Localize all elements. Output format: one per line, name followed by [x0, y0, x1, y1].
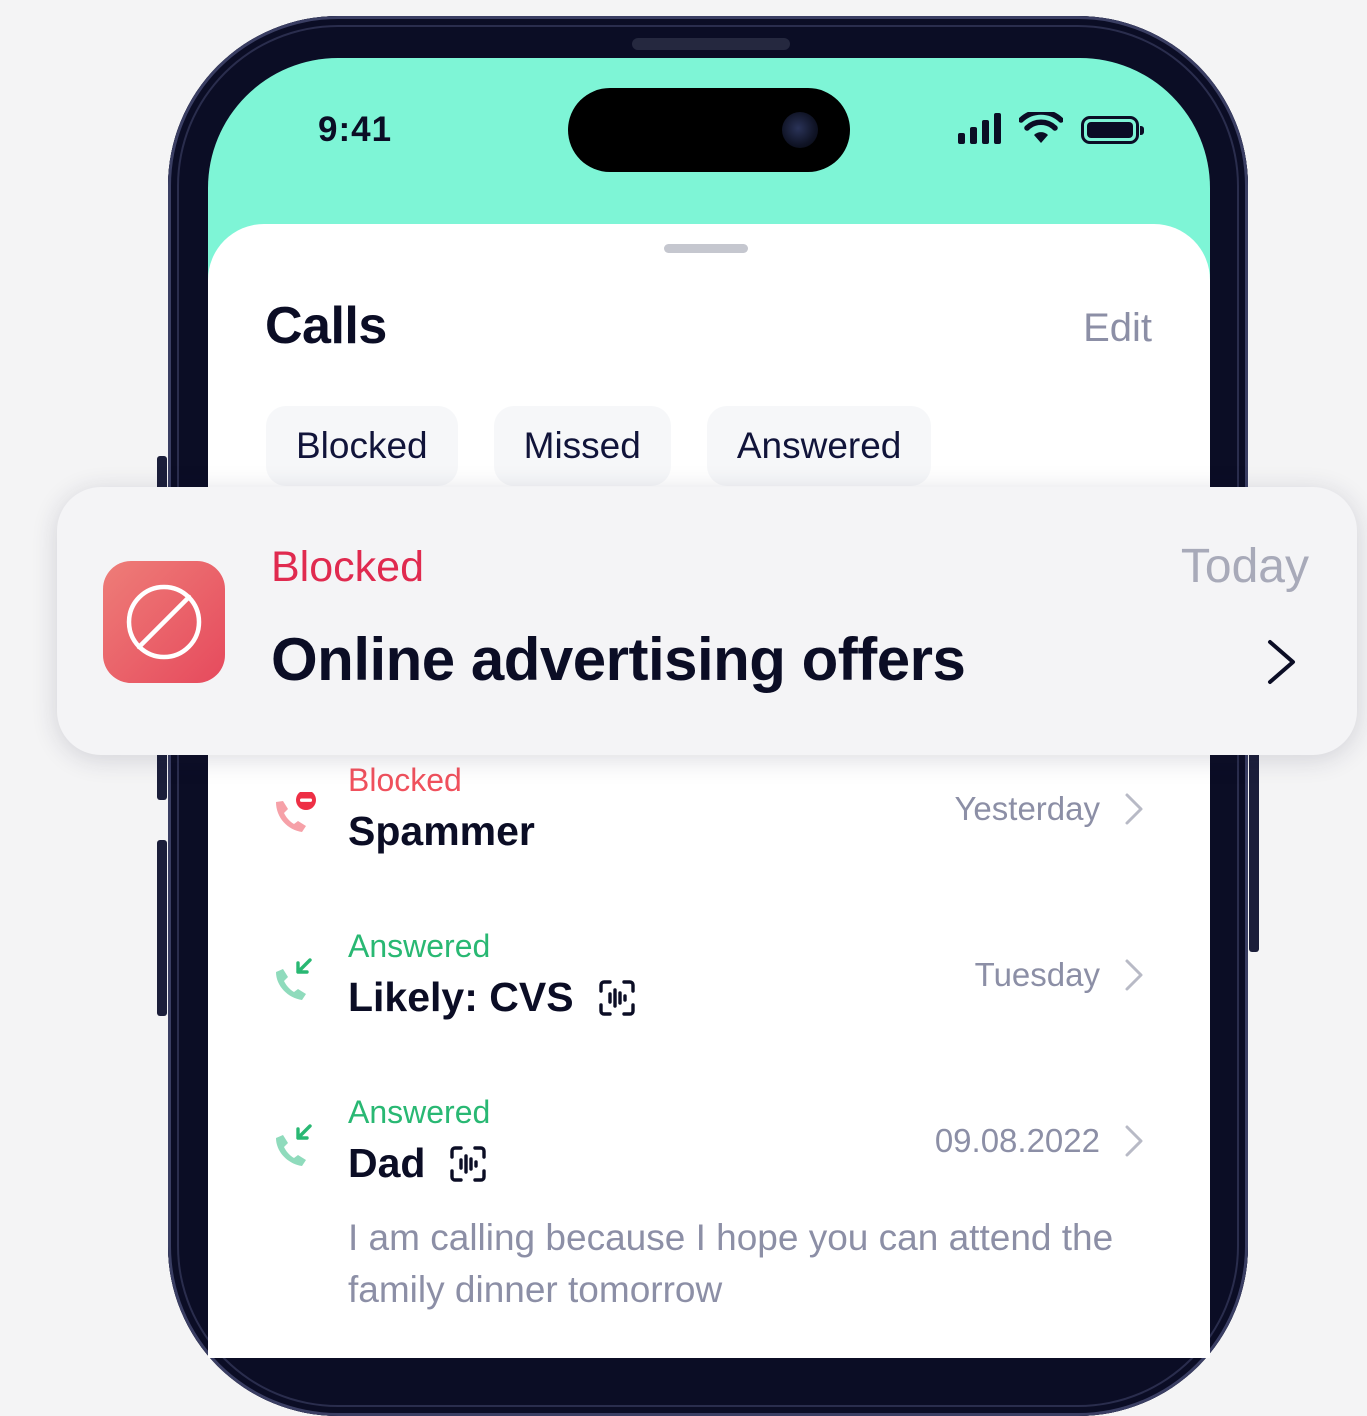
speaker-grill — [632, 38, 790, 50]
caller-name: Spammer — [348, 808, 535, 855]
caller-name-text: Dad — [348, 1140, 426, 1186]
voice-transcript-icon — [598, 979, 635, 1016]
edit-button[interactable]: Edit — [1083, 306, 1152, 351]
filter-chip-answered[interactable]: Answered — [706, 406, 932, 486]
blocked-call-icon — [276, 792, 316, 832]
filter-chip-blocked[interactable]: Blocked — [266, 406, 458, 486]
cellular-signal-icon — [958, 112, 1001, 144]
call-time: Yesterday — [954, 790, 1100, 827]
status-icons — [958, 112, 1144, 144]
call-row[interactable]: Blocked Spammer Yesterday — [208, 762, 1210, 902]
call-row[interactable]: Answered Likely: CVS Tuesday — [208, 928, 1210, 1068]
chevron-right-icon — [1125, 1125, 1143, 1157]
blocked-call-notification[interactable]: Blocked Today Online advertising offers — [57, 487, 1357, 755]
call-transcript-preview: I am calling because I hope you can atte… — [348, 1217, 1114, 1310]
volume-down-button — [157, 840, 167, 1016]
page-title: Calls — [265, 297, 387, 355]
call-row[interactable]: Answered Dad 09.08.2022 I am calling bec… — [208, 1094, 1210, 1334]
app-icon — [103, 561, 225, 683]
call-status: Answered — [348, 1094, 491, 1130]
caller-name-text: Likely: CVS — [348, 974, 574, 1020]
block-icon — [126, 584, 202, 660]
notification-title: Online advertising offers — [271, 626, 966, 693]
caller-name: Dad — [348, 1140, 487, 1187]
filter-chips: Blocked Missed Answered — [266, 406, 932, 486]
status-time: 9:41 — [318, 110, 393, 149]
chevron-right-icon — [1125, 959, 1143, 991]
incoming-call-icon — [276, 1124, 312, 1166]
dynamic-island — [568, 88, 850, 172]
voice-transcript-icon — [450, 1145, 487, 1182]
call-time: 09.08.2022 — [934, 1122, 1100, 1159]
notification-time: Today — [1180, 540, 1309, 593]
chevron-right-icon[interactable] — [1265, 637, 1299, 687]
chevron-right-icon — [1125, 793, 1143, 825]
caller-name-text: Spammer — [348, 808, 535, 854]
sheet-grabber[interactable] — [664, 244, 748, 253]
battery-icon — [1081, 116, 1144, 144]
calls-sheet: Calls Edit Blocked Missed Answered Block… — [208, 224, 1210, 1358]
call-time: Tuesday — [974, 956, 1100, 993]
incoming-call-icon — [276, 958, 312, 1000]
notification-category: Blocked — [271, 543, 424, 591]
wifi-icon — [1019, 112, 1063, 143]
caller-name: Likely: CVS — [348, 974, 636, 1021]
call-status: Answered — [348, 928, 491, 964]
front-camera — [782, 112, 818, 148]
call-status: Blocked — [348, 762, 462, 798]
filter-chip-missed[interactable]: Missed — [493, 406, 671, 486]
